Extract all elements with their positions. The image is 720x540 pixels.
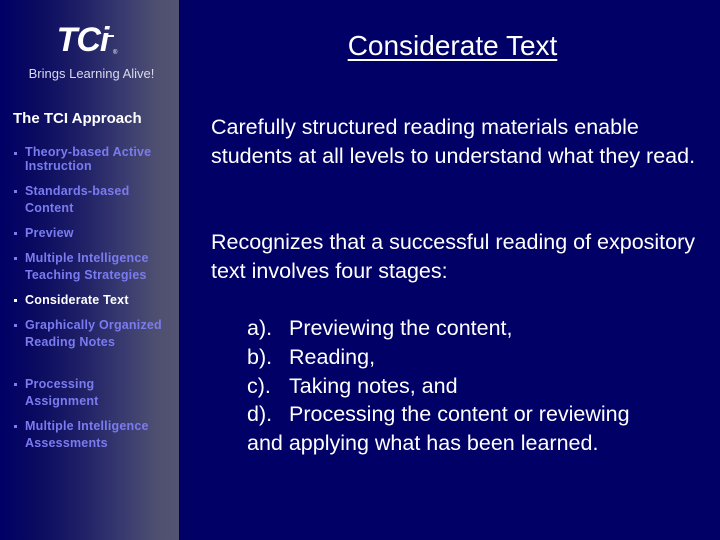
sidebar-item-graphically-organized-reading-notes[interactable]: Graphically Organized Reading Notes [14,317,176,351]
stage-item: a). Previewing the content, [247,314,707,343]
bullet-icon [14,324,17,327]
stage-text: Reading, [289,344,376,369]
sidebar-item-preview[interactable]: Preview [14,225,176,242]
sidebar-item-label: Graphically Organized Reading Notes [25,318,162,349]
bullet-icon [14,152,17,155]
sidebar-item-standards-based-content[interactable]: Standards-based Content [14,183,176,217]
sidebar: TCi ® Brings Learning Alive! The TCI App… [0,0,179,540]
logo-tagline: Brings Learning Alive! [28,66,155,81]
stages-paragraph: Recognizes that a successful reading of … [211,230,696,283]
tci-logo: TCi ® [0,22,179,58]
sidebar-item-multiple-intelligence-teaching-strategies[interactable]: Multiple Intelligence Teaching Strategie… [14,250,176,284]
stage-letter: a). [247,316,273,340]
bullet-icon [14,232,17,235]
stage-text: Taking notes, and [289,373,458,398]
stage-letter: c). [247,373,271,398]
logo-dash-icon [105,35,115,37]
intro-paragraph: Carefully structured reading materials e… [211,115,696,168]
sidebar-item-label: Processing Assignment [25,377,99,408]
stages-list: a). Previewing the content, b). Reading, c… [247,314,707,458]
sidebar-item-label: Multiple Intelligence Assessments [25,419,149,450]
sidebar-item-label: Considerate Text [25,293,129,307]
stage-text: and applying what has been learned. [247,431,599,456]
stage-item-continuation: and applying what has been learned. [247,429,707,458]
bullet-icon [14,383,17,386]
sidebar-item-label: Preview [25,226,74,240]
sidebar-item-label: Theory-based Active Instruction [25,145,152,173]
bullet-icon [14,299,17,302]
stage-text: Previewing the content, [289,316,513,340]
logo-mark: TCi ® [56,21,118,59]
stage-item: b). Reading, [247,343,707,372]
sidebar-item-theory-based-active-instruction[interactable]: Theory-based Active Instruction [14,145,176,173]
stage-item: c). Taking notes, and [247,372,707,401]
sidebar-item-label: Standards-based Content [25,184,130,215]
sidebar-item-processing-assignment[interactable]: Processing Assignment [14,376,176,410]
sidebar-item-considerate-text[interactable]: Considerate Text [14,292,176,309]
registered-mark: ® [112,50,118,56]
logo-text: TCi [56,21,110,59]
sidebar-item-label: Multiple Intelligence Teaching Strategie… [25,251,149,282]
sidebar-item-multiple-intelligence-assessments[interactable]: Multiple Intelligence Assessments [14,418,176,452]
bullet-icon [14,425,17,428]
stage-letter: d). [247,402,273,427]
stage-item: d). Processing the content or reviewing [247,400,707,429]
sidebar-heading: The TCI Approach [13,110,142,127]
stage-letter: b). [247,344,273,369]
slide-title: Considerate Text [347,30,558,61]
bullet-icon [14,257,17,260]
stage-text: Processing the content or reviewing [289,402,630,427]
bullet-icon [14,190,17,193]
